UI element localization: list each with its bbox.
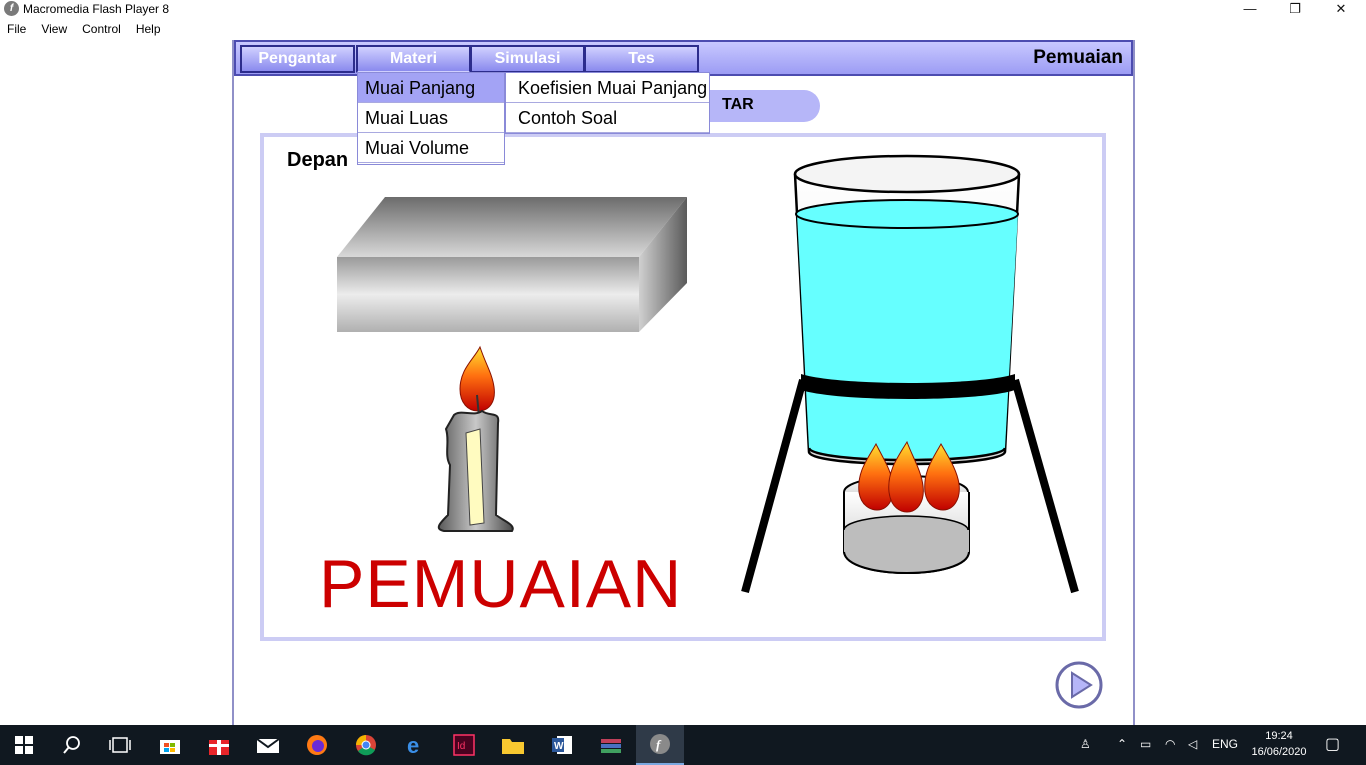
flash-nav-bar: Pengantar Materi Simulasi Tes Pemuaian <box>234 40 1133 76</box>
metal-block-illustration <box>337 197 687 332</box>
winrar-icon[interactable] <box>587 725 635 765</box>
tab-tes[interactable]: Tes <box>584 45 699 73</box>
menu-item-muai-volume[interactable]: Muai Volume <box>358 133 504 163</box>
svg-text:e: e <box>407 734 419 756</box>
store-icon[interactable] <box>146 725 194 765</box>
svg-text:W: W <box>554 741 564 752</box>
search-icon[interactable] <box>48 725 96 765</box>
svg-text:Id: Id <box>457 741 465 752</box>
tab-simulasi[interactable]: Simulasi <box>470 45 585 73</box>
window-title: Macromedia Flash Player 8 <box>23 2 170 16</box>
page-title: Pemuaian <box>1033 47 1123 68</box>
flash-player-icon[interactable]: f <box>636 725 684 765</box>
wifi-icon[interactable]: ◠ <box>1165 737 1175 751</box>
menu-item-contoh-soal[interactable]: Contoh Soal <box>506 103 709 133</box>
mail-icon[interactable] <box>244 725 292 765</box>
notification-icon[interactable]: ▢ <box>1325 734 1340 754</box>
big-title: PEMUAIAN <box>319 546 683 622</box>
close-button[interactable]: ✕ <box>1318 0 1364 19</box>
indesign-icon[interactable]: Id <box>440 725 488 765</box>
menu-item-muai-luas[interactable]: Muai Luas <box>358 103 504 133</box>
clock-date: 16/06/2020 <box>1251 746 1307 758</box>
windows-taskbar: e Id W f ♙ ⌃ ▭ ◠ ◁ ENG 19:24 16/06/2020 … <box>0 725 1366 765</box>
show-hidden-icons-icon[interactable]: ⌃ <box>1117 737 1127 751</box>
content-heading: Depan <box>287 149 349 171</box>
menu-view[interactable]: View <box>34 19 75 40</box>
maximize-button[interactable]: ❐ <box>1272 0 1318 19</box>
firefox-icon[interactable] <box>293 725 341 765</box>
gift-icon[interactable] <box>195 725 243 765</box>
next-play-button[interactable] <box>1054 660 1104 710</box>
window-titlebar: f Macromedia Flash Player 8 — ❐ ✕ <box>0 0 1366 19</box>
tab-pengantar[interactable]: Pengantar <box>240 45 355 73</box>
people-icon[interactable]: ♙ <box>1080 737 1091 751</box>
materi-dropdown: Muai Panjang Muai Luas Muai Volume <box>357 72 505 165</box>
clock-time: 19:24 <box>1265 730 1293 742</box>
section-pill-label: TAR <box>722 96 754 113</box>
file-explorer-icon[interactable] <box>489 725 537 765</box>
menu-item-koefisien-muai-panjang[interactable]: Koefisien Muai Panjang <box>506 73 709 103</box>
task-view-icon[interactable] <box>96 725 144 765</box>
volume-icon[interactable]: ◁ <box>1188 737 1197 751</box>
start-icon[interactable] <box>0 725 48 765</box>
chrome-icon[interactable] <box>342 725 390 765</box>
language-indicator[interactable]: ENG <box>1212 737 1238 751</box>
menu-control[interactable]: Control <box>75 19 129 40</box>
flash-app-icon: f <box>4 1 19 16</box>
minimize-button[interactable]: — <box>1227 0 1273 19</box>
word-icon[interactable]: W <box>538 725 586 765</box>
tab-materi[interactable]: Materi <box>356 45 471 73</box>
edge-icon[interactable]: e <box>391 725 439 765</box>
menu-item-muai-panjang[interactable]: Muai Panjang <box>358 73 504 103</box>
menubar: File View Control Help <box>0 19 1366 40</box>
menu-help[interactable]: Help <box>129 19 169 40</box>
menu-file[interactable]: File <box>0 19 34 40</box>
taskbar-clock[interactable]: 19:24 16/06/2020 <box>1250 728 1308 760</box>
candle-illustration <box>437 345 514 532</box>
heated-beaker-illustration <box>741 154 1079 594</box>
battery-icon[interactable]: ▭ <box>1140 737 1151 751</box>
muai-panjang-submenu: Koefisien Muai Panjang Contoh Soal <box>505 72 710 134</box>
